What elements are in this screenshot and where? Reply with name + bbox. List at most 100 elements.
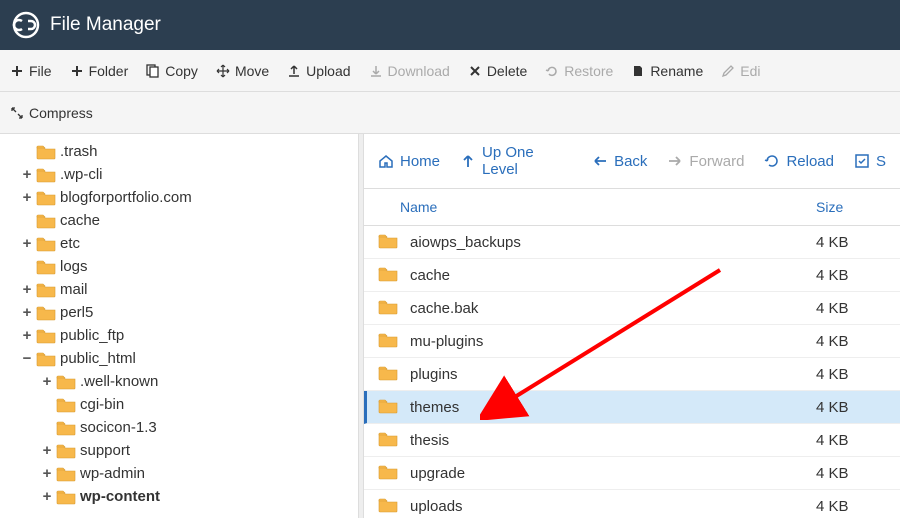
expand-icon[interactable]: + <box>20 235 34 252</box>
file-row[interactable]: upgrade4 KB <box>364 457 900 490</box>
file-size: 4 KB <box>816 498 886 515</box>
forward-button[interactable]: Forward <box>667 153 744 170</box>
tree-item-label: etc <box>60 235 80 252</box>
copy-button[interactable]: Copy <box>146 63 198 79</box>
file-row[interactable]: cache.bak4 KB <box>364 292 900 325</box>
download-icon <box>369 64 383 78</box>
tree-item-label: .wp-cli <box>60 166 103 183</box>
tree-item-label: .trash <box>60 143 98 160</box>
file-name: mu-plugins <box>410 333 816 350</box>
name-column-header[interactable]: Name <box>378 199 816 215</box>
restore-label: Restore <box>564 63 613 79</box>
plus-icon <box>70 64 84 78</box>
delete-button[interactable]: Delete <box>468 63 527 79</box>
folder-icon <box>36 328 56 344</box>
file-row[interactable]: aiowps_backups4 KB <box>364 226 900 259</box>
folder-icon <box>378 332 400 350</box>
folder-icon <box>36 259 56 275</box>
tree-item[interactable]: + support <box>40 439 352 462</box>
expand-icon[interactable]: + <box>40 442 54 459</box>
tree-item-label: cache <box>60 212 100 229</box>
file-label: File <box>29 63 52 79</box>
download-label: Download <box>388 63 450 79</box>
tree-item[interactable]: +public_ftp <box>20 324 352 347</box>
tree-item-label: socicon-1.3 <box>80 419 157 436</box>
tree-item[interactable]: .trash <box>20 140 352 163</box>
download-button[interactable]: Download <box>369 63 450 79</box>
toolbar-main: File Folder Copy Move Upload Download De… <box>0 50 900 92</box>
collapse-icon[interactable]: − <box>20 350 34 367</box>
tree-item-label: wp-admin <box>80 465 145 482</box>
expand-icon[interactable]: + <box>40 488 54 505</box>
folder-icon <box>36 144 56 160</box>
cpanel-logo-icon <box>12 11 40 39</box>
tree-item[interactable]: +.well-known <box>40 370 352 393</box>
move-button[interactable]: Move <box>216 63 269 79</box>
expand-icon[interactable]: + <box>20 304 34 321</box>
folder-icon <box>378 299 400 317</box>
select-label: S <box>876 153 886 170</box>
select-button[interactable]: S <box>854 153 886 170</box>
tree-item-label: public_html <box>60 350 136 367</box>
tree-item[interactable]: +blogforportfolio.com <box>20 186 352 209</box>
rename-button[interactable]: Rename <box>631 63 703 79</box>
content-pane: Home Up One Level Back Forward Reload S <box>364 134 900 518</box>
tree-item[interactable]: cgi-bin <box>40 393 352 416</box>
forward-icon <box>667 153 683 169</box>
expand-icon[interactable]: + <box>40 373 54 390</box>
file-name: aiowps_backups <box>410 234 816 251</box>
tree-item[interactable]: logs <box>20 255 352 278</box>
restore-button[interactable]: Restore <box>545 63 613 79</box>
file-row[interactable]: cache4 KB <box>364 259 900 292</box>
folder-icon <box>378 233 400 251</box>
tree-item[interactable]: +perl5 <box>20 301 352 324</box>
tree-item-label: support <box>80 442 130 459</box>
copy-icon <box>146 64 160 78</box>
folder-icon <box>378 497 400 515</box>
upload-button[interactable]: Upload <box>287 63 350 79</box>
expand-icon[interactable]: + <box>20 166 34 183</box>
file-button[interactable]: File <box>10 63 52 79</box>
tree-item-label: cgi-bin <box>80 396 124 413</box>
forward-label: Forward <box>689 153 744 170</box>
folder-icon <box>36 167 56 183</box>
folder-icon <box>378 266 400 284</box>
folder-icon <box>56 443 76 459</box>
tree-item[interactable]: + .wp-cli <box>20 163 352 186</box>
compress-button[interactable]: Compress <box>10 105 93 121</box>
tree-item[interactable]: +wp-content <box>40 485 352 508</box>
size-column-header[interactable]: Size <box>816 199 886 215</box>
folder-icon <box>36 305 56 321</box>
back-button[interactable]: Back <box>592 153 647 170</box>
tree-item[interactable]: + etc <box>20 232 352 255</box>
file-name: plugins <box>410 366 816 383</box>
rename-icon <box>631 64 645 78</box>
home-button[interactable]: Home <box>378 153 440 170</box>
folder-icon <box>36 351 56 367</box>
tree-item[interactable]: socicon-1.3 <box>40 416 352 439</box>
edit-icon <box>721 64 735 78</box>
tree-item[interactable]: cache <box>20 209 352 232</box>
edit-button[interactable]: Edi <box>721 63 760 79</box>
tree-item[interactable]: − public_html <box>20 347 352 370</box>
tree-item[interactable]: +mail <box>20 278 352 301</box>
up-level-button[interactable]: Up One Level <box>460 144 572 178</box>
file-row[interactable]: plugins4 KB <box>364 358 900 391</box>
folder-icon <box>56 374 76 390</box>
folder-button[interactable]: Folder <box>70 63 129 79</box>
back-label: Back <box>614 153 647 170</box>
expand-icon[interactable]: + <box>20 189 34 206</box>
tree-item[interactable]: + wp-admin <box>40 462 352 485</box>
header-bar: File Manager <box>0 0 900 50</box>
file-row[interactable]: themes4 KB <box>364 391 900 424</box>
expand-icon[interactable]: + <box>20 281 34 298</box>
file-row[interactable]: uploads4 KB <box>364 490 900 518</box>
expand-icon[interactable]: + <box>20 327 34 344</box>
move-label: Move <box>235 63 269 79</box>
expand-icon[interactable]: + <box>40 465 54 482</box>
folder-icon <box>378 365 400 383</box>
file-row[interactable]: mu-plugins4 KB <box>364 325 900 358</box>
file-row[interactable]: thesis4 KB <box>364 424 900 457</box>
folder-icon <box>378 398 400 416</box>
reload-button[interactable]: Reload <box>764 153 834 170</box>
